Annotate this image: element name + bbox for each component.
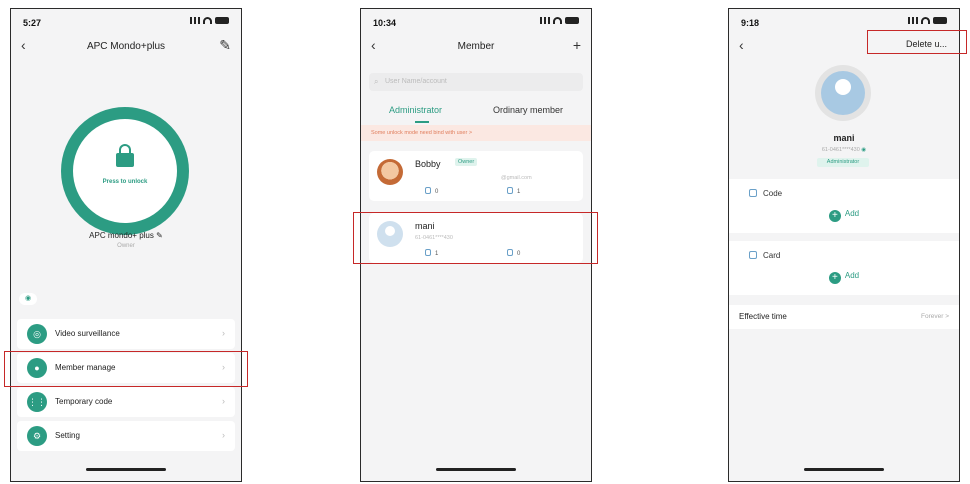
tab-ordinary-member[interactable]: Ordinary member <box>493 105 563 115</box>
home-indicator <box>804 468 884 471</box>
page-title: APC Mondo+plus <box>86 41 166 52</box>
camera-icon: ◎ <box>27 324 47 344</box>
member-account: @gmail.com <box>501 175 532 181</box>
menu-item-setting[interactable]: ⚙ Setting › <box>17 421 235 451</box>
edit-name-pencil-icon[interactable]: ✎ <box>156 231 163 240</box>
card-icon <box>749 251 757 259</box>
code-icon <box>425 187 431 194</box>
add-code-button[interactable]: + Add <box>729 209 959 222</box>
code-count: 0 <box>425 187 438 195</box>
effective-time-row[interactable]: Effective time Forever > <box>729 305 959 329</box>
plus-icon: + <box>828 272 841 284</box>
member-name: Bobby <box>415 159 441 169</box>
code-icon <box>749 189 757 197</box>
page-title: Member <box>457 41 495 52</box>
active-tab-indicator <box>415 121 429 123</box>
back-chevron-icon[interactable]: ‹ <box>739 37 744 53</box>
search-input[interactable]: ⌕ User Name/account <box>369 73 583 91</box>
menu-item-video-surveillance[interactable]: ◎ Video surveillance › <box>17 319 235 349</box>
lock-icon <box>116 144 134 167</box>
status-time: 10:34 <box>373 18 397 28</box>
card-section-header: Card <box>749 251 780 260</box>
effective-time-label: Effective time <box>739 312 787 321</box>
card-count: 1 <box>507 187 520 195</box>
code-section-header: Code <box>749 189 782 198</box>
device-name: APC mondo+ plus ✎ <box>89 231 163 240</box>
member-name: mani <box>833 133 855 143</box>
status-bar: 10:34 <box>361 17 591 31</box>
avatar <box>815 65 871 121</box>
role-badge: Administrator <box>817 158 869 167</box>
avatar <box>377 159 403 185</box>
highlight-member-manage <box>4 351 248 387</box>
nav-bar: ‹ Member + <box>361 37 591 57</box>
device-role: Owner <box>117 243 135 249</box>
signal-icon <box>908 17 918 24</box>
member-phone: 61-0461****430 ◉ <box>821 147 867 153</box>
chevron-right-icon: › <box>222 396 225 406</box>
home-indicator <box>436 468 516 471</box>
unlock-button[interactable]: Press to unlock <box>61 107 189 235</box>
highlight-member-mani <box>353 212 598 264</box>
member-card-bobby[interactable]: Bobby Owner @gmail.com 0 1 <box>369 151 583 201</box>
search-icon: ⌕ <box>374 77 379 86</box>
chevron-right-icon: › <box>222 328 225 338</box>
add-member-plus-icon[interactable]: + <box>573 37 581 53</box>
unlock-mode-notice[interactable]: Some unlock mode need bind with user > <box>361 125 591 141</box>
battery-icon <box>215 17 229 24</box>
effective-time-value: Forever > <box>921 313 949 320</box>
tab-administrator[interactable]: Administrator <box>389 105 442 115</box>
status-bar: 5:27 <box>11 17 241 31</box>
phone-screen-lock-home: 5:27 ‹ APC Mondo+plus ✎ Press to unlock … <box>10 8 242 482</box>
wifi-icon <box>553 17 562 24</box>
eye-icon[interactable]: ◉ <box>861 147 866 153</box>
gear-icon: ⚙ <box>27 426 47 446</box>
keypad-icon: ⋮⋮ <box>27 392 47 412</box>
battery-icon <box>565 17 579 24</box>
signal-icon <box>540 17 550 24</box>
signal-icon <box>190 17 200 24</box>
status-bar: 9:18 <box>729 17 959 31</box>
owner-badge: Owner <box>455 158 478 166</box>
unlock-label: Press to unlock <box>102 179 148 185</box>
nav-bar: ‹ APC Mondo+plus ✎ <box>11 37 241 57</box>
wifi-icon <box>921 17 930 24</box>
edit-pencil-icon[interactable]: ✎ <box>219 37 231 54</box>
plus-icon: + <box>828 210 841 222</box>
menu-item-temporary-code[interactable]: ⋮⋮ Temporary code › <box>17 387 235 417</box>
status-time: 5:27 <box>23 18 42 28</box>
card-section: Card + Add <box>729 241 959 295</box>
code-section: Code + Add <box>729 179 959 233</box>
phone-screen-member-detail: 9:18 ‹ Delete u... mani 61-0461****430 ◉… <box>728 8 960 482</box>
card-icon <box>507 187 513 194</box>
highlight-delete-user <box>867 30 967 54</box>
wifi-icon <box>203 17 212 24</box>
home-indicator <box>86 468 166 471</box>
status-time: 9:18 <box>741 18 760 28</box>
connection-icon[interactable]: ◉ <box>19 293 37 305</box>
battery-icon <box>933 17 947 24</box>
add-card-button[interactable]: + Add <box>729 271 959 284</box>
chevron-right-icon: › <box>222 430 225 440</box>
